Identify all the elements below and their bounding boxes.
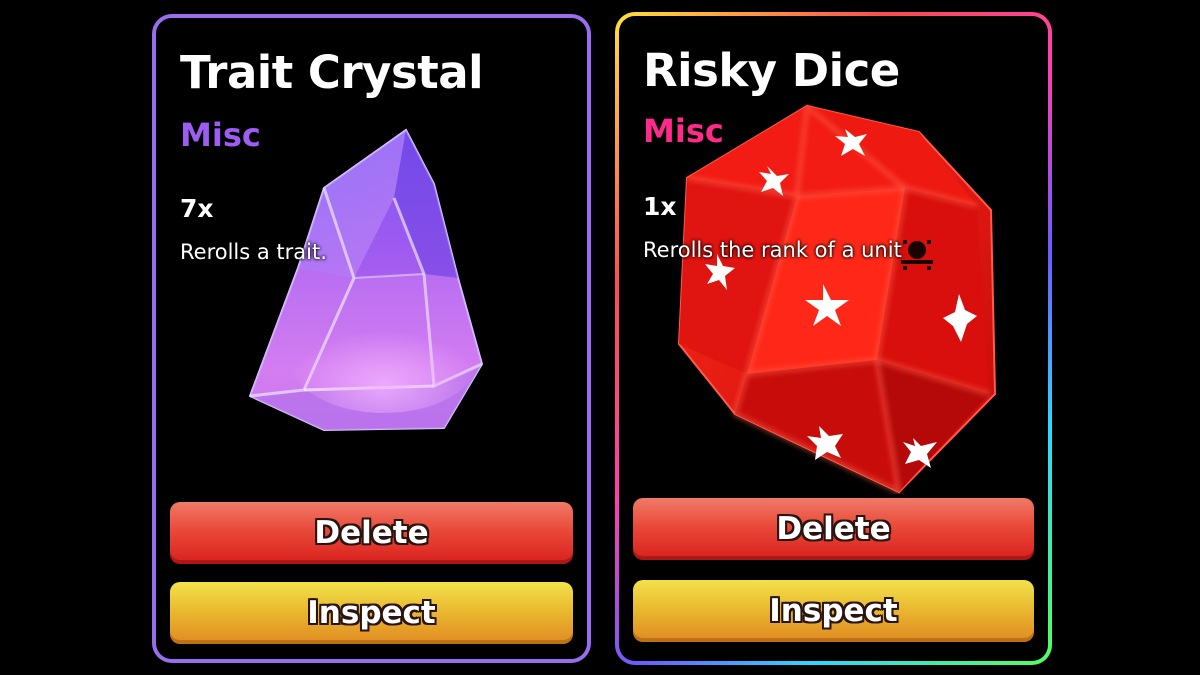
item-title: Risky Dice: [643, 44, 900, 97]
red-d20-dice-icon: [677, 104, 997, 494]
inspect-button[interactable]: Inspect: [170, 582, 573, 644]
item-card-risky-dice[interactable]: Risky Dice Misc 1x Rerolls the rank of a…: [615, 12, 1052, 665]
purple-crystal-icon: [248, 128, 484, 432]
item-description: Rerolls the rank of a unit: [643, 238, 902, 262]
item-title: Trait Crystal: [180, 46, 484, 99]
card-body: Trait Crystal Misc 7x Rerolls a trait. D…: [156, 18, 587, 659]
card-body: Risky Dice Misc 1x Rerolls the rank of a…: [619, 16, 1048, 661]
item-card-trait-crystal[interactable]: Trait Crystal Misc 7x Rerolls a trait. D…: [152, 14, 591, 663]
item-category: Misc: [180, 116, 261, 154]
delete-button[interactable]: Delete: [170, 502, 573, 564]
delete-button[interactable]: Delete: [633, 498, 1034, 560]
item-category: Misc: [643, 112, 724, 150]
item-description: Rerolls a trait.: [180, 240, 327, 264]
item-quantity: 1x: [643, 192, 677, 221]
inspect-button[interactable]: Inspect: [633, 580, 1034, 642]
inventory-view: Trait Crystal Misc 7x Rerolls a trait. D…: [0, 0, 1200, 675]
item-quantity: 7x: [180, 194, 214, 223]
